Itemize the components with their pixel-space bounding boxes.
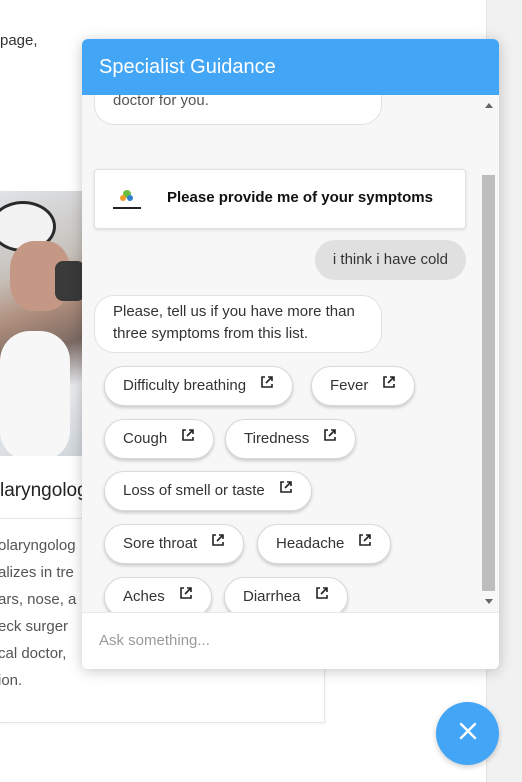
doctor-photo — [0, 191, 84, 456]
scrollbar-thumb[interactable] — [482, 175, 495, 591]
chat-scrollbar[interactable] — [482, 95, 496, 612]
option-sore-throat[interactable]: Sore throat — [104, 524, 245, 564]
external-link-icon — [179, 577, 193, 612]
external-link-icon — [211, 524, 225, 562]
description-line: olaryngolog — [0, 537, 76, 554]
description-line: ars, nose, a — [0, 591, 77, 608]
option-fever[interactable]: Fever — [311, 366, 416, 406]
option-loss-of-smell[interactable]: Loss of smell or taste — [104, 471, 312, 511]
option-diarrhea[interactable]: Diarrhea — [224, 577, 348, 612]
close-chat-button[interactable] — [436, 702, 499, 765]
page-text: page, — [0, 32, 38, 49]
chat-title: Specialist Guidance — [82, 39, 499, 95]
option-label: Tiredness — [244, 430, 310, 447]
option-aches[interactable]: Aches — [104, 577, 212, 612]
bot-message: doctor for you. — [94, 95, 382, 125]
option-label: Aches — [123, 588, 165, 605]
scroll-up-arrow-icon[interactable] — [485, 103, 493, 108]
page-heading: laryngolog — [0, 480, 88, 501]
external-link-icon — [382, 366, 396, 404]
option-label: Diarrhea — [243, 588, 301, 605]
card-message-text: Please provide me of your symptoms — [167, 189, 433, 206]
option-label: Cough — [123, 430, 168, 447]
external-link-icon — [181, 419, 195, 457]
external-link-icon — [315, 577, 329, 612]
external-link-icon — [323, 419, 337, 457]
external-link-icon — [260, 366, 274, 404]
ask-input[interactable] — [82, 613, 496, 667]
option-tiredness[interactable]: Tiredness — [225, 419, 357, 459]
option-label: Headache — [276, 535, 345, 552]
user-message: i think i have cold — [314, 240, 466, 280]
external-link-icon — [358, 524, 372, 562]
option-headache[interactable]: Headache — [257, 524, 392, 564]
option-label: Sore throat — [123, 535, 198, 552]
scroll-down-arrow-icon[interactable] — [485, 599, 493, 604]
option-cough[interactable]: Cough — [104, 419, 215, 459]
option-label: Loss of smell or taste — [123, 482, 265, 499]
option-label: Fever — [330, 377, 369, 394]
description-line: alizes in tre — [0, 564, 74, 581]
description-line: cal doctor, — [0, 645, 67, 662]
option-label: Difficulty breathing — [123, 377, 247, 394]
chat-window: Specialist Guidance doctor for you. Plea… — [82, 39, 499, 669]
clinic-logo-icon — [113, 190, 141, 210]
chat-messages: doctor for you. Please provide me of you… — [82, 95, 499, 612]
bot-card-message: Please provide me of your symptoms — [94, 169, 466, 229]
option-difficulty-breathing[interactable]: Difficulty breathing — [104, 366, 294, 406]
description-line: ion. — [0, 672, 23, 689]
chat-input-bar — [82, 612, 499, 669]
external-link-icon — [279, 471, 293, 509]
close-icon — [458, 721, 478, 746]
description-line: eck surger — [0, 618, 69, 635]
bot-question: Please, tell us if you have more than th… — [94, 295, 382, 353]
